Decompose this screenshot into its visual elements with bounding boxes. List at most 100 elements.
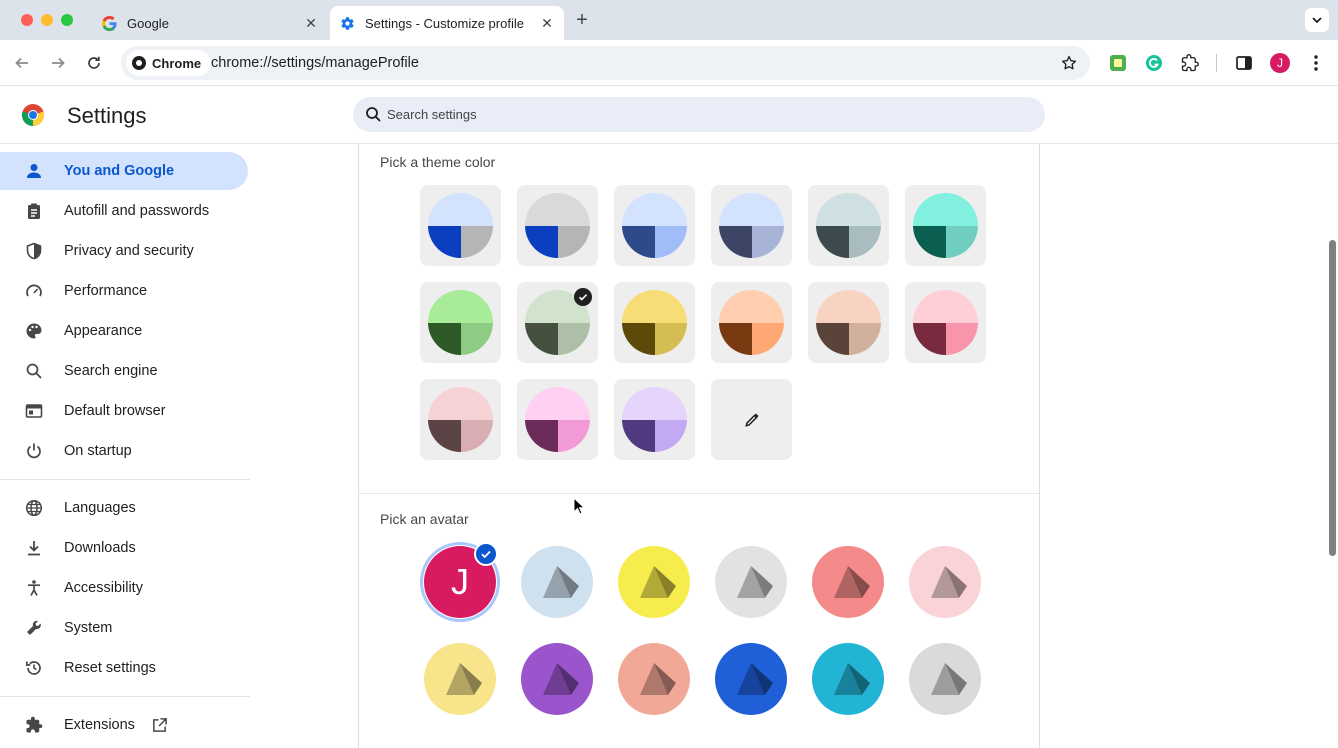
custom-color-button[interactable]: [711, 379, 792, 460]
theme-color-swatch[interactable]: [420, 185, 501, 266]
sidebar-item-you-and-google[interactable]: You and Google: [0, 152, 248, 190]
theme-color-swatch[interactable]: [517, 185, 598, 266]
close-tab-icon[interactable]: ✕: [302, 14, 320, 32]
sidebar-item-label: Privacy and security: [64, 243, 194, 259]
url-text[interactable]: chrome://settings/manageProfile: [211, 55, 419, 71]
extensions-puzzle-icon[interactable]: [1179, 52, 1201, 74]
avatar-option-monkey[interactable]: [424, 643, 496, 715]
sidebar-divider: [0, 696, 250, 697]
sidebar-item-accessibility[interactable]: Accessibility: [0, 569, 248, 607]
palette-icon: [24, 321, 44, 341]
sidebar-item-label: Accessibility: [64, 580, 143, 596]
window-minimize-button[interactable]: [41, 14, 53, 26]
sidebar-item-search-engine[interactable]: Search engine: [0, 352, 248, 390]
sidebar-item-appearance[interactable]: Appearance: [0, 312, 248, 350]
reload-button[interactable]: [83, 52, 105, 74]
new-tab-button[interactable]: +: [572, 10, 592, 30]
avatar-section-title: Pick an avatar: [380, 511, 469, 527]
sidebar-item-autofill[interactable]: Autofill and passwords: [0, 192, 248, 230]
avatar-option-fox[interactable]: [909, 546, 981, 618]
sidebar-item-privacy[interactable]: Privacy and security: [0, 232, 248, 270]
tab-title: Settings - Customize profile: [365, 15, 524, 31]
sidebar-item-system[interactable]: System: [0, 609, 248, 647]
theme-color-swatch[interactable]: [711, 282, 792, 363]
chevron-down-icon: [1312, 17, 1322, 24]
person-icon: [24, 161, 44, 181]
page-scrollbar[interactable]: [1326, 144, 1338, 748]
selected-check-icon: [574, 288, 592, 306]
side-panel-icon[interactable]: [1233, 52, 1255, 74]
sidebar-item-performance[interactable]: Performance: [0, 272, 248, 310]
theme-color-swatch[interactable]: [420, 282, 501, 363]
site-info-chip[interactable]: Chrome: [126, 50, 212, 76]
bookmark-star-icon[interactable]: [1060, 54, 1078, 72]
theme-color-swatch[interactable]: [614, 379, 695, 460]
wrench-icon: [24, 618, 44, 638]
open-in-new-icon: [151, 717, 168, 734]
sidebar-item-on-startup[interactable]: On startup: [0, 432, 248, 470]
avatar-option-panda[interactable]: [521, 643, 593, 715]
sidebar-item-downloads[interactable]: Downloads: [0, 529, 248, 567]
sidebar-item-label: Extensions: [64, 717, 135, 733]
mouse-cursor-icon: [573, 497, 585, 515]
theme-color-swatch[interactable]: [711, 185, 792, 266]
search-icon: [366, 107, 381, 122]
search-icon: [24, 361, 44, 381]
sidebar-item-default-browser[interactable]: Default browser: [0, 392, 248, 430]
sidebar-item-label: Default browser: [64, 403, 166, 419]
sidebar-item-label: Languages: [64, 500, 136, 516]
avatar-option-elephant[interactable]: [812, 546, 884, 618]
avatar-option-bird[interactable]: [715, 643, 787, 715]
extension-green-icon[interactable]: [1107, 52, 1129, 74]
profile-avatar-button[interactable]: J: [1270, 53, 1290, 73]
theme-color-swatch[interactable]: [614, 185, 695, 266]
close-tab-icon[interactable]: ✕: [538, 14, 556, 32]
chrome-logo-icon: [21, 104, 45, 127]
power-icon: [24, 441, 44, 461]
theme-color-swatch[interactable]: [905, 185, 986, 266]
origami-dragon-icon: [737, 566, 773, 598]
tab-search-button[interactable]: [1305, 8, 1329, 32]
sidebar-item-label: You and Google: [64, 163, 175, 179]
sidebar-item-label: System: [64, 620, 113, 636]
theme-section-title: Pick a theme color: [380, 154, 496, 170]
theme-color-swatch[interactable]: [517, 379, 598, 460]
clipboard-icon: [24, 201, 44, 221]
theme-color-swatch[interactable]: [614, 282, 695, 363]
tab-google[interactable]: Google ✕: [92, 6, 328, 40]
search-input[interactable]: [387, 97, 987, 132]
settings-search[interactable]: [353, 97, 1045, 132]
theme-color-swatch[interactable]: [905, 282, 986, 363]
settings-header: Settings: [0, 87, 1338, 144]
scrollbar-thumb[interactable]: [1329, 240, 1336, 556]
avatar-option-dragon[interactable]: [715, 546, 787, 618]
sidebar-item-extensions[interactable]: Extensions: [0, 706, 248, 744]
grammarly-icon[interactable]: [1143, 52, 1165, 74]
avatar-option-rabbit[interactable]: [812, 643, 884, 715]
avatar-selected-check-icon: [474, 542, 498, 566]
back-button[interactable]: [11, 52, 33, 74]
menu-kebab-icon[interactable]: [1305, 52, 1327, 74]
forward-button[interactable]: [47, 52, 69, 74]
theme-color-swatch[interactable]: [808, 185, 889, 266]
browser-toolbar: Chrome chrome://settings/manageProfile J: [0, 40, 1338, 86]
theme-color-swatch[interactable]: [517, 282, 598, 363]
address-bar[interactable]: Chrome chrome://settings/manageProfile: [121, 46, 1090, 80]
origami-panda-icon: [543, 663, 579, 695]
toolbar-divider: [1216, 54, 1217, 72]
tab-settings[interactable]: Settings - Customize profile ✕: [330, 6, 564, 40]
avatar-option-corgi[interactable]: [618, 546, 690, 618]
avatar-option-unicorn[interactable]: [909, 643, 981, 715]
settings-gear-icon: [339, 15, 355, 31]
shield-icon: [24, 241, 44, 261]
avatar-option-cat[interactable]: [521, 546, 593, 618]
theme-color-swatch[interactable]: [808, 282, 889, 363]
avatar-option-penguin[interactable]: [618, 643, 690, 715]
window-close-button[interactable]: [21, 14, 33, 26]
origami-penguin-icon: [640, 663, 676, 695]
sidebar-item-reset-settings[interactable]: Reset settings: [0, 649, 248, 687]
theme-color-swatch[interactable]: [420, 379, 501, 460]
sidebar-item-languages[interactable]: Languages: [0, 489, 248, 527]
origami-rabbit-icon: [834, 663, 870, 695]
window-maximize-button[interactable]: [61, 14, 73, 26]
